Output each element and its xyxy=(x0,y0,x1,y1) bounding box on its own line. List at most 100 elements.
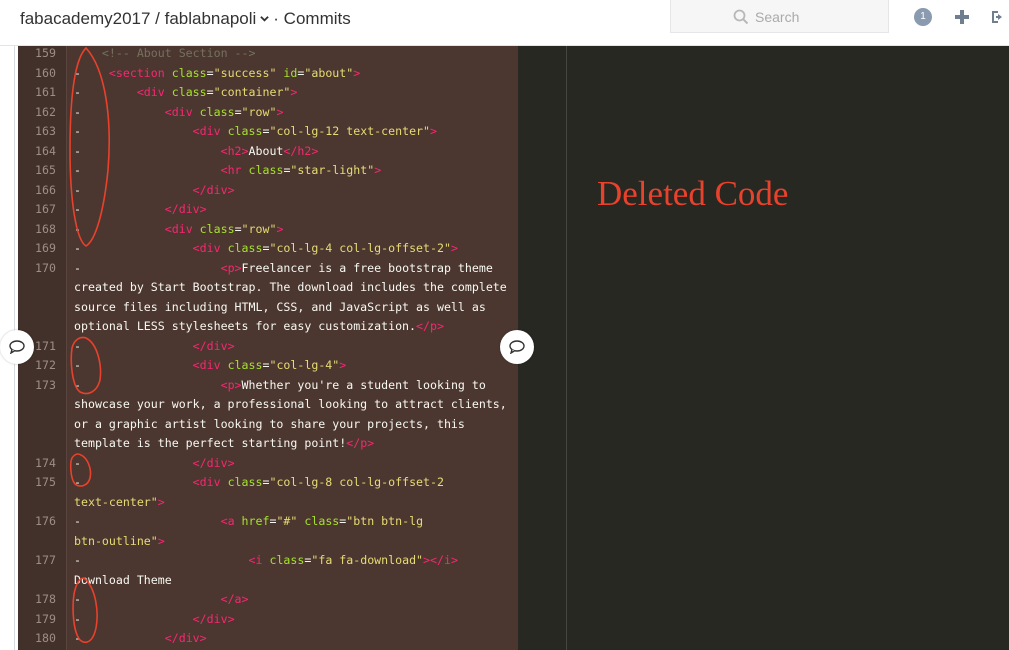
code-token: created by Start Bootstrap. The download… xyxy=(74,280,507,294)
code-token: </div> xyxy=(164,631,207,645)
code-token: <hr xyxy=(220,163,242,177)
code-token: template is the perfect starting point! xyxy=(74,436,347,450)
code-token: "fa fa-download" xyxy=(311,553,424,567)
line-number[interactable]: 166 xyxy=(18,181,56,201)
code-text: btn-outline"> xyxy=(74,532,165,552)
code-token: class xyxy=(220,124,263,138)
line-number[interactable]: 159 xyxy=(18,46,56,64)
line-number[interactable]: 176 xyxy=(18,512,56,532)
code-token: class xyxy=(164,85,207,99)
add-comment-button-right[interactable] xyxy=(500,330,534,364)
code-text: - <section class="success" id="about"> xyxy=(74,64,360,84)
code-token: "star-light" xyxy=(290,163,375,177)
chevron-down-icon[interactable] xyxy=(260,14,270,23)
logout-icon[interactable] xyxy=(990,9,1006,25)
line-number[interactable]: 168 xyxy=(18,220,56,240)
deletion-marker: - xyxy=(74,104,81,119)
comment-icon xyxy=(9,340,25,354)
plus-icon[interactable] xyxy=(954,9,970,25)
line-number[interactable]: 175 xyxy=(18,473,56,493)
code-token: <section xyxy=(108,65,165,80)
code-token: Freelancer is a free bootstrap theme xyxy=(241,260,493,275)
code-line: 178 - </a> xyxy=(18,590,518,610)
code-text: - </a> xyxy=(74,590,249,610)
code-line: 171- </div> xyxy=(18,337,518,357)
code-line: 169 - <div class="col-lg-4 col-lg-offset-… xyxy=(18,239,518,259)
code-line: 160 - <section class="success" id="about"… xyxy=(18,64,518,84)
code-token: "col-lg-12 text-center" xyxy=(269,124,431,138)
code-token: > xyxy=(339,358,347,372)
repo-link[interactable]: fabacademy2017 / fablabnapoli xyxy=(20,9,256,28)
code-line: 164 - <h2>About</h2> xyxy=(18,142,518,162)
code-text: text-center"> xyxy=(74,493,165,513)
code-line: 163 - <div class="col-lg-12 text-center"> xyxy=(18,122,518,142)
code-token: </h2> xyxy=(283,143,319,158)
line-number[interactable]: 180 xyxy=(18,629,56,649)
deletion-marker: - xyxy=(74,358,81,372)
code-line: 177 - <i class="fa fa-download"></i> xyxy=(18,551,518,571)
code-line: text-center"> xyxy=(18,493,518,513)
deletion-marker: - xyxy=(74,241,81,255)
line-number[interactable]: 169 xyxy=(18,239,56,259)
line-number[interactable]: 177 xyxy=(18,551,56,571)
line-number[interactable]: 167 xyxy=(18,200,56,220)
line-number[interactable]: 160 xyxy=(18,64,56,84)
line-number[interactable]: 179 xyxy=(18,610,56,630)
code-line: optional LESS stylesheets for easy custo… xyxy=(18,317,518,337)
code-text: or a graphic artist looking to share you… xyxy=(74,415,465,435)
code-line: template is the perfect starting point!<… xyxy=(18,434,518,454)
line-number[interactable]: 170 xyxy=(18,259,56,279)
comment-icon xyxy=(509,340,525,354)
code-text: - <div class="container"> xyxy=(74,83,297,103)
code-token: showcase your work, a professional looki… xyxy=(74,397,507,411)
code-text: template is the perfect starting point!<… xyxy=(74,434,374,454)
code-text: - <div class="col-lg-4"> xyxy=(74,356,346,376)
line-number[interactable]: 161 xyxy=(18,83,56,103)
line-number[interactable]: 178 xyxy=(18,590,56,610)
notification-badge[interactable]: 1 xyxy=(914,8,932,26)
code-token: class xyxy=(220,241,263,255)
code-token: </a> xyxy=(220,592,249,606)
code-token: > xyxy=(430,124,437,138)
code-text: optional LESS stylesheets for easy custo… xyxy=(74,317,444,337)
line-number[interactable]: 174 xyxy=(18,454,56,474)
code-text: - </div> xyxy=(74,454,235,474)
code-text: - </div> xyxy=(74,629,207,649)
search-icon xyxy=(733,9,749,25)
line-number[interactable]: 162 xyxy=(18,103,56,123)
code-line: source files including HTML, CSS, and Ja… xyxy=(18,298,518,318)
search-input[interactable] xyxy=(755,7,875,27)
code-line: 170 - <p>Freelancer is a free bootstrap t… xyxy=(18,259,518,279)
code-token: "col-lg-4 col-lg-offset-2" xyxy=(269,241,451,255)
deletion-marker: - xyxy=(74,514,81,528)
code-text: - <p>Freelancer is a free bootstrap them… xyxy=(74,259,493,279)
line-number[interactable]: 163 xyxy=(18,122,56,142)
search-box[interactable] xyxy=(670,0,889,33)
add-comment-button-left[interactable] xyxy=(0,330,34,364)
code-text: <!-- About Section --> xyxy=(74,46,256,64)
code-text: - <div class="row"> xyxy=(74,103,283,123)
code-line: 175 - <div class="col-lg-8 col-lg-offset-… xyxy=(18,473,518,493)
code-text: - <a href="#" class="btn btn-lg xyxy=(74,512,423,532)
code-token: "col-lg-4" xyxy=(269,358,340,372)
line-number[interactable]: 165 xyxy=(18,161,56,181)
deletion-marker: - xyxy=(74,475,81,489)
code-token: class xyxy=(262,553,305,567)
code-token: ></i> xyxy=(423,553,458,567)
code-token: </div> xyxy=(192,455,235,470)
code-token: = xyxy=(234,104,242,119)
line-number[interactable]: 164 xyxy=(18,142,56,162)
code-text: showcase your work, a professional looki… xyxy=(74,395,507,415)
deleted-code-annotation: Deleted Code xyxy=(597,174,789,213)
line-number[interactable]: 173 xyxy=(18,376,56,396)
code-text: - </div> xyxy=(74,337,235,357)
code-text: - <div class="row"> xyxy=(74,220,283,240)
code-line: showcase your work, a professional looki… xyxy=(18,395,518,415)
